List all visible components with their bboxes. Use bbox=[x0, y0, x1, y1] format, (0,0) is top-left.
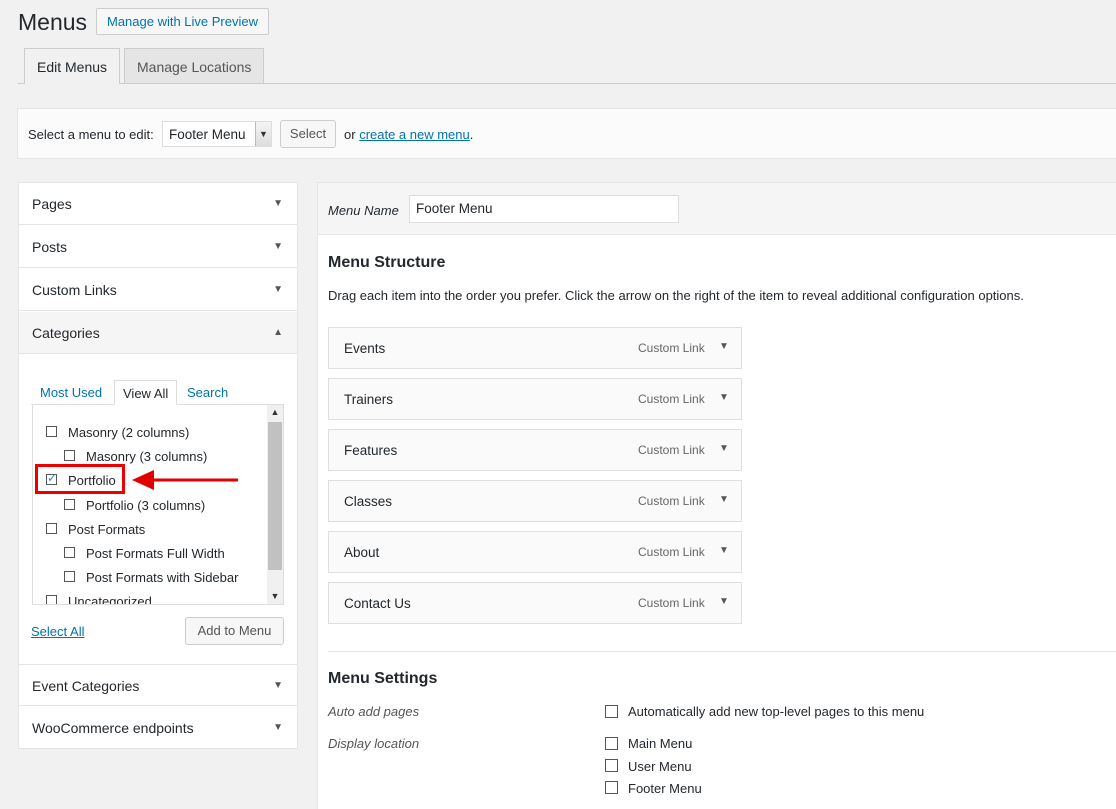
checkbox[interactable] bbox=[64, 450, 75, 461]
chevron-down-icon[interactable]: ▼ bbox=[719, 494, 729, 505]
menu-item-title: Classes bbox=[344, 494, 393, 509]
auto-add-pages-label: Auto add pages bbox=[328, 704, 420, 719]
select-all-link[interactable]: Select All bbox=[31, 624, 84, 639]
chevron-down-icon[interactable]: ▼ bbox=[719, 443, 729, 454]
location-label: Main Menu bbox=[628, 736, 693, 751]
category-label: Post Formats Full Width bbox=[86, 546, 225, 561]
chevron-down-icon: ▼ bbox=[273, 722, 283, 733]
location-label: Footer Menu bbox=[628, 781, 702, 796]
chevron-down-icon: ▼ bbox=[273, 241, 283, 252]
or-text: or bbox=[344, 127, 356, 142]
menu-structure-description: Drag each item into the order you prefer… bbox=[328, 288, 1024, 303]
menu-item[interactable]: Classes Custom Link ▼ bbox=[328, 480, 742, 522]
tab-edit-menus[interactable]: Edit Menus bbox=[24, 48, 121, 84]
checkbox[interactable] bbox=[46, 523, 57, 534]
accordion-event-categories[interactable]: Event Categories ▼ bbox=[19, 664, 297, 706]
category-label: Portfolio (3 columns) bbox=[86, 498, 206, 513]
menu-structure-title: Menu Structure bbox=[328, 254, 446, 271]
menu-item-type: Custom Link bbox=[638, 494, 705, 508]
live-preview-button[interactable]: Manage with Live Preview bbox=[96, 8, 269, 35]
accordion-posts-label: Posts bbox=[32, 239, 68, 255]
checkbox[interactable] bbox=[46, 595, 57, 604]
scroll-up-icon[interactable]: ▲ bbox=[267, 407, 283, 417]
menu-name-label: Menu Name bbox=[328, 203, 399, 218]
chevron-down-icon[interactable]: ▼ bbox=[255, 122, 271, 146]
chevron-down-icon: ▼ bbox=[273, 198, 283, 209]
location-label: User Menu bbox=[628, 759, 692, 774]
tab-view-all[interactable]: View All bbox=[114, 380, 177, 405]
location-checkbox-main-menu[interactable] bbox=[605, 737, 618, 750]
menu-item-title: About bbox=[344, 545, 380, 560]
accordion-pages[interactable]: Pages ▼ bbox=[19, 183, 297, 225]
location-checkbox-user-menu[interactable] bbox=[605, 759, 618, 772]
chevron-up-icon: ▲ bbox=[273, 327, 283, 338]
add-to-menu-button[interactable]: Add to Menu bbox=[185, 617, 284, 645]
tab-most-used[interactable]: Most Used bbox=[40, 380, 102, 406]
accordion-pages-label: Pages bbox=[32, 196, 72, 212]
create-menu-text: or create a new menu. bbox=[344, 127, 473, 142]
accordion-custom-links-label: Custom Links bbox=[32, 282, 117, 298]
menu-select-value[interactable]: Footer Menu bbox=[169, 127, 246, 142]
menu-item-type: Custom Link bbox=[638, 392, 705, 406]
menu-item-title: Features bbox=[344, 443, 398, 458]
settings-divider bbox=[328, 651, 1116, 652]
menu-item[interactable]: Contact Us Custom Link ▼ bbox=[328, 582, 742, 624]
checkbox[interactable] bbox=[46, 426, 57, 437]
auto-add-option-label: Automatically add new top-level pages to… bbox=[628, 704, 925, 719]
chevron-down-icon[interactable]: ▼ bbox=[719, 341, 729, 352]
select-button[interactable]: Select bbox=[280, 120, 336, 148]
accordion-custom-links[interactable]: Custom Links ▼ bbox=[19, 269, 297, 311]
tab-view-all-label: View All bbox=[123, 386, 169, 401]
menu-item[interactable]: About Custom Link ▼ bbox=[328, 531, 742, 573]
accordion-categories-label: Categories bbox=[32, 325, 100, 341]
location-checkbox-footer-menu[interactable] bbox=[605, 781, 618, 794]
menu-item-title: Events bbox=[344, 341, 386, 356]
chevron-down-icon: ▼ bbox=[273, 284, 283, 295]
accordion-woocommerce-endpoints[interactable]: WooCommerce endpoints ▼ bbox=[19, 707, 297, 749]
menu-item-type: Custom Link bbox=[638, 443, 705, 457]
auto-add-checkbox[interactable] bbox=[605, 705, 618, 718]
display-location-label: Display location bbox=[328, 736, 420, 751]
checkbox[interactable] bbox=[64, 571, 75, 582]
category-label: Uncategorized bbox=[68, 594, 152, 604]
menu-item-type: Custom Link bbox=[638, 545, 705, 559]
menu-settings-title: Menu Settings bbox=[328, 670, 438, 687]
accordion-categories[interactable]: Categories ▲ bbox=[19, 312, 297, 354]
scrollbar-thumb[interactable] bbox=[268, 422, 282, 570]
select-menu-label: Select a menu to edit: bbox=[28, 127, 154, 142]
create-new-menu-link[interactable]: create a new menu bbox=[359, 127, 470, 142]
category-clipped-row: Uncategorized bbox=[33, 592, 267, 604]
period-text: . bbox=[469, 127, 474, 142]
menu-item-title: Contact Us bbox=[344, 596, 411, 611]
annotation-arrow-icon bbox=[132, 470, 238, 490]
page-title: Menus bbox=[18, 9, 88, 35]
menu-item-title: Trainers bbox=[344, 392, 394, 407]
category-label: Masonry (3 columns) bbox=[86, 449, 208, 464]
accordion-event-categories-label: Event Categories bbox=[32, 678, 140, 694]
tab-search[interactable]: Search bbox=[187, 380, 228, 406]
checkbox[interactable] bbox=[64, 547, 75, 558]
tab-manage-locations[interactable]: Manage Locations bbox=[124, 48, 265, 83]
scroll-down-icon[interactable]: ▼ bbox=[267, 591, 283, 601]
menu-item[interactable]: Events Custom Link ▼ bbox=[328, 327, 742, 369]
menu-item-type: Custom Link bbox=[638, 341, 705, 355]
accordion-posts[interactable]: Posts ▼ bbox=[19, 226, 297, 268]
checkbox[interactable] bbox=[64, 499, 75, 510]
category-label: Masonry (2 columns) bbox=[68, 425, 190, 440]
category-label: Post Formats with Sidebar bbox=[86, 570, 239, 585]
menu-name-input[interactable]: Footer Menu bbox=[409, 195, 679, 223]
chevron-down-icon[interactable]: ▼ bbox=[719, 545, 729, 556]
annotation-highlight-box bbox=[35, 464, 125, 494]
chevron-down-icon[interactable]: ▼ bbox=[719, 392, 729, 403]
chevron-down-icon[interactable]: ▼ bbox=[719, 596, 729, 607]
menu-item-type: Custom Link bbox=[638, 596, 705, 610]
menu-item[interactable]: Features Custom Link ▼ bbox=[328, 429, 742, 471]
chevron-down-icon: ▼ bbox=[273, 680, 283, 691]
accordion-woocommerce-endpoints-label: WooCommerce endpoints bbox=[32, 720, 194, 736]
menu-item[interactable]: Trainers Custom Link ▼ bbox=[328, 378, 742, 420]
category-label: Post Formats bbox=[68, 522, 146, 537]
